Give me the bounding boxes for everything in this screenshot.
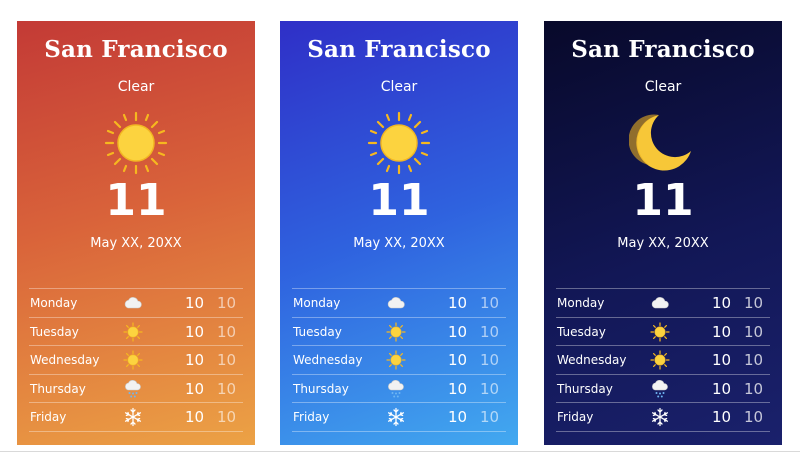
date-label: May XX, 20XX xyxy=(617,236,709,251)
forecast-day: Thursday xyxy=(557,381,613,396)
forecast-low: 10 xyxy=(480,294,500,312)
forecast-low: 10 xyxy=(217,322,237,341)
forecast-low: 10 xyxy=(480,351,500,369)
sun-icon xyxy=(650,322,670,342)
forecast-high: 10 xyxy=(448,294,468,312)
forecast-high: 10 xyxy=(712,408,732,426)
cloud-icon xyxy=(386,293,406,313)
forecast-low: 10 xyxy=(217,379,237,398)
forecast-row: Wednesday 10 10 xyxy=(292,346,506,375)
forecast-day: Wednesday xyxy=(557,353,627,367)
date-label: May XX, 20XX xyxy=(353,236,445,251)
sun-icon xyxy=(123,322,143,342)
forecast-row: Monday 10 10 xyxy=(29,289,243,318)
forecast-low: 10 xyxy=(744,294,764,312)
rain-cloud-icon xyxy=(650,379,670,399)
current-temperature: 11 xyxy=(368,175,430,226)
forecast-low: 10 xyxy=(744,351,764,369)
forecast-day: Wednesday xyxy=(293,353,363,367)
forecast-day: Tuesday xyxy=(557,324,606,339)
sun-icon xyxy=(386,322,406,342)
condition-label: Clear xyxy=(117,79,155,95)
snowflake-icon xyxy=(386,407,406,427)
forecast-low: 10 xyxy=(744,379,764,398)
forecast-high: 10 xyxy=(448,379,468,398)
forecast-low: 10 xyxy=(744,408,764,426)
forecast-day: Wednesday xyxy=(30,353,100,367)
forecast-day: Tuesday xyxy=(30,324,79,339)
forecast-list: Monday 10 10 Tuesday 10 10 Wednesday 10 … xyxy=(292,288,506,432)
forecast-high: 10 xyxy=(185,294,205,312)
page-bottom-divider xyxy=(0,451,800,452)
forecast-low: 10 xyxy=(744,322,764,341)
current-temperature: 11 xyxy=(105,175,167,226)
forecast-day: Monday xyxy=(293,296,341,310)
forecast-low: 10 xyxy=(217,351,237,369)
forecast-low: 10 xyxy=(480,322,500,341)
weather-card-sunset: San Francisco Clear 11 May XX, 20XX Mond… xyxy=(17,21,255,445)
forecast-low: 10 xyxy=(480,408,500,426)
sun-icon xyxy=(365,109,433,177)
weather-card-night: San Francisco Clear 11 May XX, 20XX Mond… xyxy=(544,21,782,445)
weather-card-day: San Francisco Clear 11 May XX, 20XX Mond… xyxy=(280,21,518,445)
forecast-row: Friday 10 10 xyxy=(292,403,506,432)
forecast-high: 10 xyxy=(185,322,205,341)
snowflake-icon xyxy=(123,407,143,427)
condition-label: Clear xyxy=(380,79,418,95)
rain-cloud-icon xyxy=(123,379,143,399)
forecast-row: Wednesday 10 10 xyxy=(29,346,243,375)
cloud-icon xyxy=(123,293,143,313)
forecast-list: Monday 10 10 Tuesday 10 10 Wednesday 10 … xyxy=(556,288,770,432)
forecast-high: 10 xyxy=(448,322,468,341)
forecast-high: 10 xyxy=(448,408,468,426)
forecast-row: Monday 10 10 xyxy=(292,289,506,318)
forecast-high: 10 xyxy=(712,294,732,312)
current-temperature: 11 xyxy=(632,175,694,226)
snowflake-icon xyxy=(650,407,670,427)
city-name: San Francisco xyxy=(307,36,491,63)
forecast-row: Friday 10 10 xyxy=(29,403,243,432)
date-label: May XX, 20XX xyxy=(90,236,182,251)
forecast-day: Thursday xyxy=(30,381,86,396)
cloud-icon xyxy=(650,293,670,313)
forecast-day: Friday xyxy=(557,410,594,424)
forecast-high: 10 xyxy=(185,379,205,398)
forecast-day: Monday xyxy=(557,296,605,310)
forecast-high: 10 xyxy=(448,351,468,369)
forecast-high: 10 xyxy=(185,408,205,426)
forecast-low: 10 xyxy=(217,294,237,312)
city-name: San Francisco xyxy=(44,36,228,63)
forecast-row: Thursday 10 10 xyxy=(292,375,506,403)
forecast-row: Wednesday 10 10 xyxy=(556,346,770,375)
condition-label: Clear xyxy=(644,79,682,95)
city-name: San Francisco xyxy=(571,36,755,63)
moon-icon xyxy=(629,109,697,177)
forecast-row: Tuesday 10 10 xyxy=(292,318,506,346)
forecast-row: Thursday 10 10 xyxy=(29,375,243,403)
forecast-day: Tuesday xyxy=(293,324,342,339)
forecast-day: Monday xyxy=(30,296,78,310)
forecast-day: Friday xyxy=(293,410,330,424)
forecast-low: 10 xyxy=(217,408,237,426)
forecast-row: Tuesday 10 10 xyxy=(29,318,243,346)
forecast-high: 10 xyxy=(712,351,732,369)
forecast-high: 10 xyxy=(185,351,205,369)
forecast-row: Monday 10 10 xyxy=(556,289,770,318)
forecast-high: 10 xyxy=(712,379,732,398)
sun-icon xyxy=(123,350,143,370)
forecast-high: 10 xyxy=(712,322,732,341)
sun-icon xyxy=(386,350,406,370)
sun-icon xyxy=(102,109,170,177)
forecast-day: Thursday xyxy=(293,381,349,396)
forecast-row: Friday 10 10 xyxy=(556,403,770,432)
forecast-row: Thursday 10 10 xyxy=(556,375,770,403)
forecast-low: 10 xyxy=(480,379,500,398)
sun-icon xyxy=(650,350,670,370)
forecast-row: Tuesday 10 10 xyxy=(556,318,770,346)
rain-cloud-icon xyxy=(386,379,406,399)
forecast-list: Monday 10 10 Tuesday 10 10 Wednesday 10 … xyxy=(29,288,243,432)
forecast-day: Friday xyxy=(30,410,67,424)
